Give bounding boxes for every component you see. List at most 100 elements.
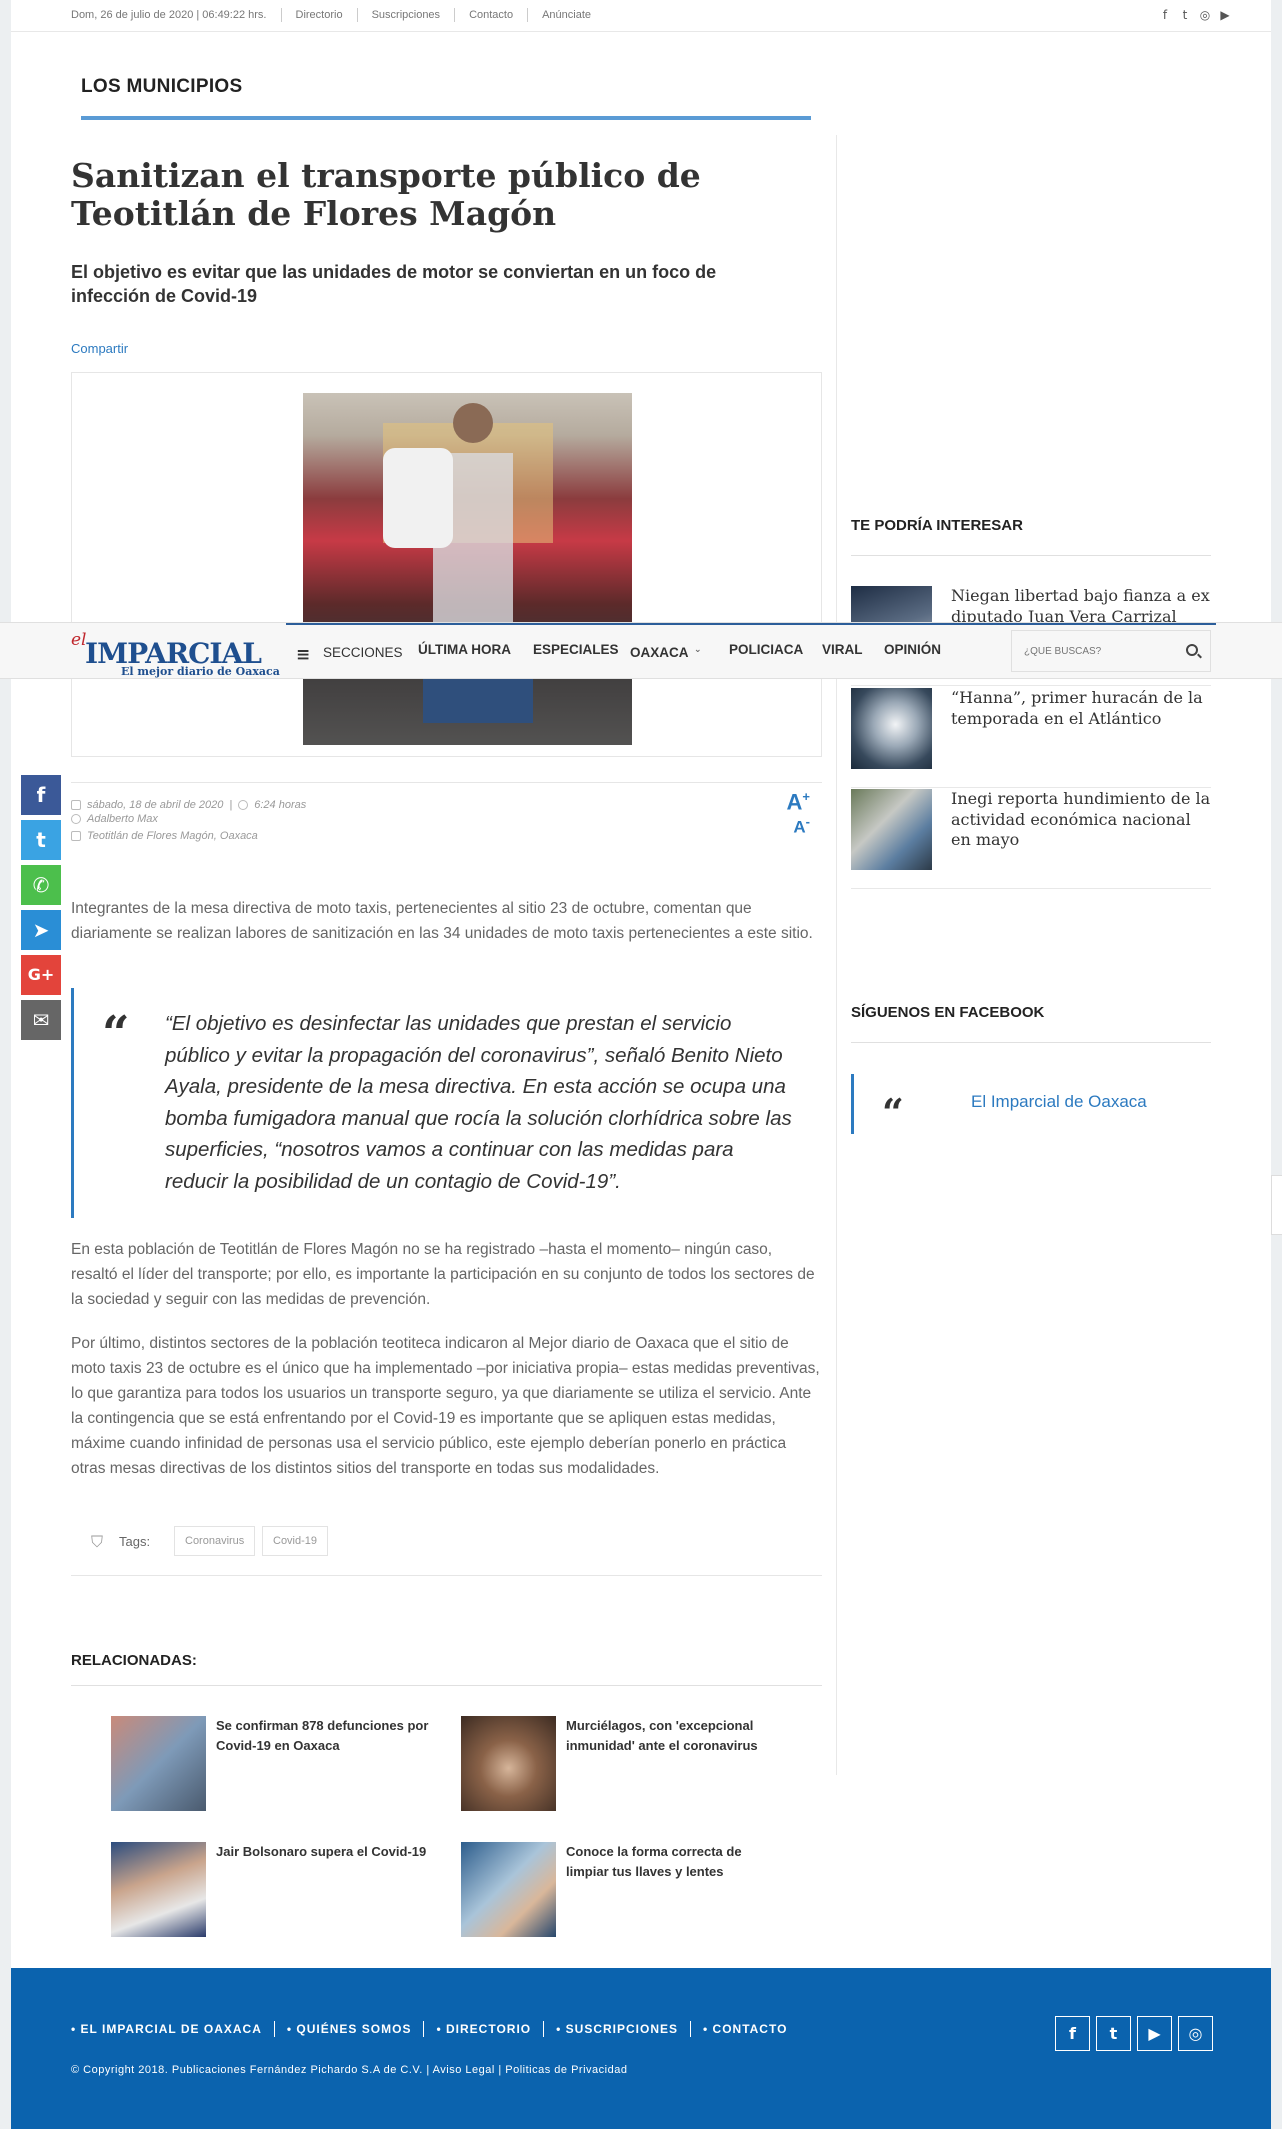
- calendar-icon: [71, 800, 81, 810]
- interest-title: TE PODRÍA INTERESAR: [851, 517, 1023, 534]
- sticky-navbar: el IMPARCIAL El mejor diario de Oaxaca ≡…: [0, 622, 1282, 679]
- nav-secciones[interactable]: SECCIONES: [323, 645, 403, 660]
- facebook-divider: [851, 1042, 1211, 1043]
- top-bar: Dom, 26 de julio de 2020 | 06:49:22 hrs.…: [11, 0, 1271, 32]
- nav-viral[interactable]: VIRAL: [822, 642, 863, 657]
- footer-facebook-icon[interactable]: f: [1055, 2016, 1090, 2051]
- sidebar-item-title[interactable]: “Hanna”, primer huracán de la temporada …: [951, 688, 1211, 729]
- share-telegram-icon[interactable]: ➤: [21, 910, 61, 950]
- share-googleplus-icon[interactable]: G+: [21, 955, 61, 995]
- footer-link-suscripciones[interactable]: • SUSCRIPCIONES: [543, 2021, 690, 2037]
- search-icon[interactable]: [1186, 644, 1198, 656]
- footer-link-contacto[interactable]: • CONTACTO: [690, 2021, 799, 2037]
- facebook-page-link[interactable]: El Imparcial de Oaxaca: [971, 1092, 1147, 1112]
- interest-divider: [851, 555, 1211, 556]
- footer-twitter-icon[interactable]: t: [1096, 2016, 1131, 2051]
- section-title[interactable]: LOS MUNICIPIOS: [81, 76, 243, 98]
- related-item-title[interactable]: Se confirman 878 defunciones por Covid-1…: [216, 1716, 436, 1756]
- quote-icon: “: [102, 1006, 130, 1062]
- related-item-title[interactable]: Conoce la forma correcta de limpiar tus …: [566, 1842, 786, 1882]
- tags-icon: ⛉: [91, 1532, 104, 1551]
- font-increase-button[interactable]: A+: [787, 787, 810, 813]
- topbar-link-contacto[interactable]: Contacto: [454, 8, 527, 22]
- section-divider: [81, 116, 811, 120]
- related-item[interactable]: Conoce la forma correcta de limpiar tus …: [461, 1842, 791, 1942]
- related-thumbnail[interactable]: [111, 1842, 206, 1937]
- sidebar-item-title[interactable]: Inegi reporta hundimiento de la activida…: [951, 789, 1211, 851]
- footer-link-quienes-somos[interactable]: • QUIÉNES SOMOS: [273, 2021, 424, 2037]
- quote-text: “El objetivo es desinfectar las unidades…: [165, 1012, 792, 1193]
- share-whatsapp-icon[interactable]: ✆: [21, 865, 61, 905]
- column-divider: [836, 135, 837, 1775]
- topbar-link-suscripciones[interactable]: Suscripciones: [356, 8, 454, 22]
- footer: • EL IMPARCIAL DE OAXACA • QUIÉNES SOMOS…: [11, 1968, 1271, 2129]
- nav-especiales[interactable]: ESPECIALES: [533, 642, 619, 657]
- tag-covid-19[interactable]: Covid-19: [262, 1526, 329, 1556]
- share-email-icon[interactable]: ✉: [21, 1000, 61, 1040]
- navbar-accent-line: [286, 623, 1216, 625]
- article-title: Sanitizan el transporte público de Teoti…: [71, 156, 701, 233]
- footer-youtube-icon[interactable]: ▶: [1137, 2016, 1172, 2051]
- share-twitter-icon[interactable]: t: [21, 820, 61, 860]
- related-thumbnail[interactable]: [461, 1842, 556, 1937]
- font-decrease-button[interactable]: A-: [787, 812, 810, 838]
- article-paragraph-1: Integrantes de la mesa directiva de moto…: [71, 900, 813, 942]
- location-icon: [71, 831, 81, 841]
- side-tab[interactable]: [1271, 1175, 1282, 1235]
- related-title: RELACIONADAS:: [71, 1652, 197, 1669]
- sidebar-thumbnail[interactable]: [851, 688, 932, 769]
- share-link[interactable]: Compartir: [71, 341, 128, 356]
- related-thumbnail[interactable]: [461, 1716, 556, 1811]
- related-divider: [71, 1685, 822, 1686]
- facebook-title: SÍGUENOS EN FACEBOOK: [851, 1004, 1045, 1021]
- nav-opinion[interactable]: OPINIÓN: [884, 642, 941, 657]
- topbar-link-directorio[interactable]: Directorio: [280, 8, 357, 22]
- tags-section: ⛉ Tags: Coronavirus Covid-19: [71, 1520, 822, 1576]
- search-input[interactable]: [1012, 631, 1172, 671]
- twitter-icon[interactable]: t: [1179, 9, 1191, 22]
- sidebar-thumbnail[interactable]: [851, 789, 932, 870]
- related-item[interactable]: Jair Bolsonaro supera el Covid-19: [111, 1842, 441, 1942]
- menu-icon[interactable]: ≡: [296, 645, 310, 665]
- topbar-link-anunciate[interactable]: Anúnciate: [527, 8, 605, 22]
- related-item[interactable]: Se confirman 878 defunciones por Covid-1…: [111, 1716, 441, 1816]
- article-paragraph-3: Por último, distintos sectores de la pob…: [71, 1335, 820, 1477]
- clock-icon: [238, 800, 249, 810]
- facebook-icon[interactable]: f: [1159, 9, 1171, 22]
- user-icon: [71, 814, 81, 824]
- share-facebook-icon[interactable]: f: [21, 775, 61, 815]
- nav-oaxaca[interactable]: OAXACA: [630, 645, 689, 660]
- current-date: Dom, 26 de julio de 2020 | 06:49:22 hrs.: [71, 9, 267, 21]
- facebook-widget: “ El Imparcial de Oaxaca: [851, 1074, 1211, 1134]
- footer-link-directorio[interactable]: • DIRECTORIO: [423, 2021, 543, 2037]
- article-media: [71, 372, 822, 757]
- nav-ultima-hora[interactable]: ÚLTIMA HORA: [418, 642, 511, 657]
- article-paragraph-2: En esta población de Teotitlán de Flores…: [71, 1241, 815, 1308]
- tags-label: Tags:: [119, 1534, 151, 1549]
- article-meta: sábado, 18 de abril de 2020 | 6:24 horas A…: [71, 782, 822, 848]
- article-photo: [303, 393, 632, 745]
- nav-policiaca[interactable]: POLICIACA: [729, 642, 803, 657]
- article-location: Teotitlán de Flores Magón, Oaxaca: [87, 830, 258, 842]
- article-blockquote: “ “El objetivo es desinfectar las unidad…: [71, 988, 822, 1218]
- footer-instagram-icon[interactable]: ◎: [1178, 2016, 1213, 2051]
- related-item-title[interactable]: Jair Bolsonaro supera el Covid-19: [216, 1842, 436, 1862]
- footer-copyright: © Copyright 2018. Publicaciones Fernánde…: [71, 2064, 628, 2076]
- article-author: Adalberto Max: [87, 813, 158, 825]
- sidebar-item-title[interactable]: Niegan libertad bajo fianza a ex diputad…: [951, 586, 1211, 627]
- search-box: [1011, 630, 1211, 672]
- sidebar-item[interactable]: “Hanna”, primer huracán de la temporada …: [851, 688, 1211, 788]
- tag-coronavirus[interactable]: Coronavirus: [174, 1526, 256, 1556]
- share-bar: f t ✆ ➤ G+ ✉: [21, 775, 61, 1045]
- related-thumbnail[interactable]: [111, 1716, 206, 1811]
- chevron-down-icon[interactable]: ⌄: [694, 645, 702, 655]
- related-item-title[interactable]: Murciélagos, con 'excepcional inmunidad'…: [566, 1716, 786, 1756]
- youtube-icon[interactable]: ▶: [1219, 9, 1231, 22]
- sidebar-item[interactable]: Inegi reporta hundimiento de la activida…: [851, 789, 1211, 889]
- related-item[interactable]: Murciélagos, con 'excepcional inmunidad'…: [461, 1716, 791, 1816]
- article-date: sábado, 18 de abril de 2020: [87, 799, 224, 811]
- instagram-icon[interactable]: ◎: [1199, 9, 1211, 22]
- footer-link-imparcial[interactable]: • EL IMPARCIAL DE OAXACA: [71, 2021, 274, 2037]
- article-time: 6:24 horas: [254, 799, 307, 811]
- quote-icon: “: [882, 1090, 904, 1135]
